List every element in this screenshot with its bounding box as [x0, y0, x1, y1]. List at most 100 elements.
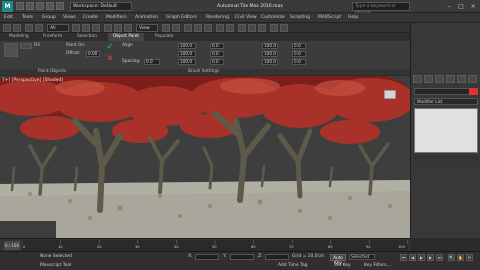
- viewport-label[interactable]: [+] [Perspective] [Shaded]: [3, 78, 63, 83]
- maximize-icon[interactable]: □: [456, 2, 466, 11]
- menu-civil-view[interactable]: Civil View: [235, 13, 257, 23]
- rotate-icon[interactable]: [114, 24, 122, 32]
- unlink-icon[interactable]: [35, 24, 43, 32]
- hierarchy-tab-icon[interactable]: [435, 75, 444, 83]
- extra-z-field[interactable]: 0.0: [292, 59, 306, 65]
- extra-x-field[interactable]: 0.0: [292, 43, 306, 49]
- percent-snap-icon[interactable]: [204, 24, 212, 32]
- redo-icon[interactable]: [56, 2, 64, 10]
- open-file-icon[interactable]: [26, 2, 34, 10]
- manipulate-icon[interactable]: [172, 24, 180, 32]
- menu-tools[interactable]: Tools: [22, 13, 33, 23]
- offset-field[interactable]: 0.00: [86, 51, 100, 57]
- object-color-swatch[interactable]: [469, 88, 478, 95]
- mirror-icon[interactable]: [216, 24, 224, 32]
- select-by-name-icon[interactable]: [82, 24, 90, 32]
- menu-edit[interactable]: Edit: [4, 13, 13, 23]
- display-tab-icon[interactable]: [457, 75, 466, 83]
- menu-group[interactable]: Group: [42, 13, 56, 23]
- scale-x-field[interactable]: 100.0: [178, 43, 196, 49]
- extra-y-field[interactable]: 0.0: [292, 51, 306, 57]
- rot-y-field[interactable]: 0.0: [210, 51, 224, 57]
- coord-system-dropdown[interactable]: View: [136, 24, 158, 32]
- viewcube-icon[interactable]: [384, 90, 396, 99]
- maxscript-listener[interactable]: Maxscript Tool: [40, 263, 71, 269]
- save-file-icon[interactable]: [36, 2, 44, 10]
- workspace-dropdown[interactable]: Workspace: Default: [70, 2, 132, 11]
- perspective-viewport[interactable]: [+] [Perspective] [Shaded]: [0, 76, 410, 238]
- menu-scripting[interactable]: Scripting: [290, 13, 310, 23]
- x-coord-field[interactable]: [195, 254, 219, 260]
- modifier-stack[interactable]: [414, 108, 478, 153]
- cancel-icon[interactable]: ✕: [105, 55, 115, 64]
- spacing-field[interactable]: 0.0: [144, 59, 160, 65]
- play-icon[interactable]: ▶: [418, 254, 425, 261]
- tab-modeling[interactable]: Modeling: [4, 33, 34, 41]
- motion-tab-icon[interactable]: [446, 75, 455, 83]
- time-slider[interactable]: 0 / 100: [4, 241, 20, 250]
- max-logo-icon[interactable]: M: [2, 1, 13, 12]
- track-bar[interactable]: 0 10 20 30 40 50 60 70 80 90 100: [22, 240, 408, 251]
- new-file-icon[interactable]: [16, 2, 24, 10]
- z-coord-field[interactable]: [265, 254, 289, 260]
- undo-icon[interactable]: [46, 2, 54, 10]
- check-icon[interactable]: ✓: [105, 43, 115, 52]
- offset-z-field[interactable]: 100.0: [262, 59, 278, 65]
- scale-y-field[interactable]: 100.0: [178, 51, 196, 57]
- close-icon[interactable]: ×: [468, 2, 478, 11]
- offset-y-field[interactable]: 100.0: [262, 51, 278, 57]
- align-icon[interactable]: [226, 24, 234, 32]
- paint-icon[interactable]: [4, 43, 18, 57]
- menu-modifiers[interactable]: Modifiers: [106, 13, 127, 23]
- modifier-list-dropdown[interactable]: Modifier List: [414, 98, 478, 105]
- undo-icon[interactable]: [3, 24, 11, 32]
- orbit-icon[interactable]: ⟳: [466, 254, 473, 261]
- tab-freeform[interactable]: Freeform: [38, 33, 67, 41]
- modify-tab-icon[interactable]: [424, 75, 433, 83]
- scale-z-field[interactable]: 100.0: [178, 59, 196, 65]
- menu-views[interactable]: Views: [63, 13, 76, 23]
- create-tab-icon[interactable]: [413, 75, 422, 83]
- material-editor-icon[interactable]: [258, 24, 266, 32]
- pick-objects-icon[interactable]: [20, 43, 32, 49]
- menu-maxscript[interactable]: MAXScript: [318, 13, 341, 23]
- curve-editor-icon[interactable]: [248, 24, 256, 32]
- key-filters-button[interactable]: Key Filters...: [364, 263, 391, 269]
- tab-object-paint[interactable]: Object Paint: [108, 33, 144, 41]
- render-icon[interactable]: [280, 24, 288, 32]
- tab-selection[interactable]: Selection: [72, 33, 102, 41]
- pan-icon[interactable]: ✋: [457, 254, 464, 261]
- goto-start-icon[interactable]: ⏮: [400, 254, 407, 261]
- move-icon[interactable]: [104, 24, 112, 32]
- menu-rendering[interactable]: Rendering: [206, 13, 229, 23]
- select-object-icon[interactable]: [72, 24, 80, 32]
- next-frame-icon[interactable]: ▶: [427, 254, 434, 261]
- offset-x-field[interactable]: 100.0: [262, 43, 278, 49]
- y-coord-field[interactable]: [230, 254, 254, 260]
- menu-customize[interactable]: Customize: [261, 13, 285, 23]
- menu-graph-editors[interactable]: Graph Editors: [166, 13, 197, 23]
- goto-end-icon[interactable]: ⏭: [436, 254, 443, 261]
- redo-icon[interactable]: [13, 24, 21, 32]
- add-time-tag-button[interactable]: Add Time Tag: [278, 263, 307, 269]
- search-input[interactable]: Type a keyword or phrase: [352, 2, 410, 16]
- menu-create[interactable]: Create: [83, 13, 98, 23]
- snap-icon[interactable]: [184, 24, 192, 32]
- prev-frame-icon[interactable]: ◀: [409, 254, 416, 261]
- rect-region-icon[interactable]: [92, 24, 100, 32]
- rot-z-field[interactable]: 0.0: [210, 59, 224, 65]
- scale-icon[interactable]: [124, 24, 132, 32]
- zoom-icon[interactable]: 🔍: [448, 254, 455, 261]
- selection-filter-dropdown[interactable]: All: [47, 24, 69, 32]
- tab-populate[interactable]: Populate: [150, 33, 179, 41]
- rot-x-field[interactable]: 0.0: [210, 43, 224, 49]
- render-setup-icon[interactable]: [270, 24, 278, 32]
- angle-snap-icon[interactable]: [194, 24, 202, 32]
- paint-objects-label[interactable]: Paint Objects: [38, 69, 66, 75]
- menu-animation[interactable]: Animation: [135, 13, 158, 23]
- auto-key-button[interactable]: Auto Key: [330, 254, 346, 265]
- minimize-icon[interactable]: –: [444, 2, 454, 11]
- pivot-icon[interactable]: [162, 24, 170, 32]
- set-key-button[interactable]: Set Key: [334, 263, 351, 269]
- scene-explorer-icon[interactable]: [238, 24, 246, 32]
